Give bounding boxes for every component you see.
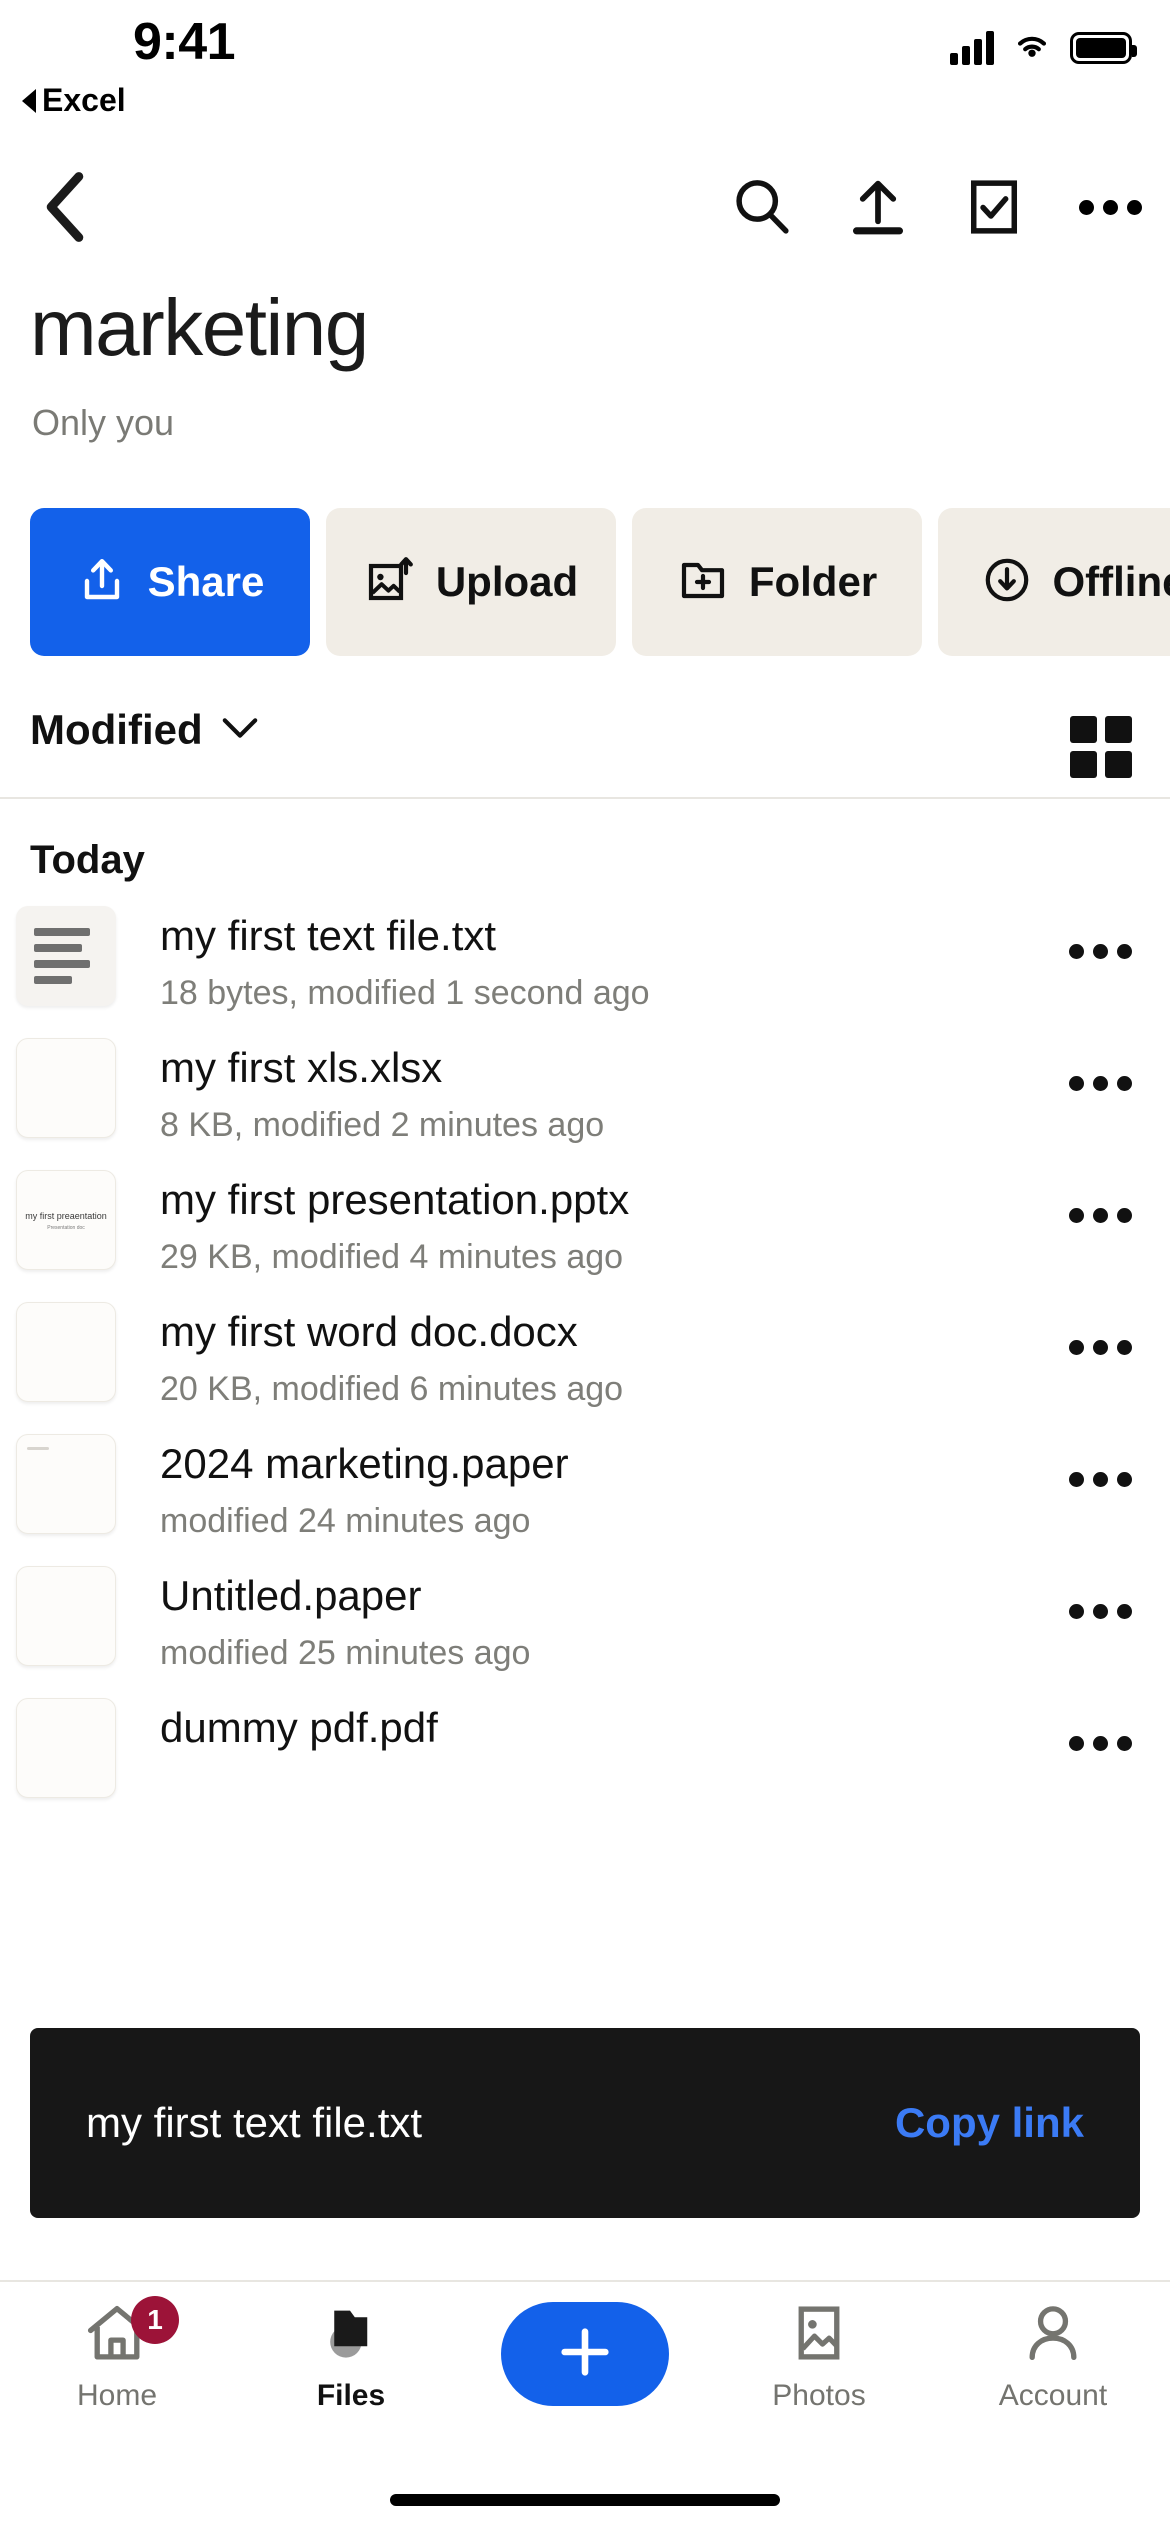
home-indicator xyxy=(390,2494,780,2506)
overflow-menu-icon[interactable] xyxy=(1069,1340,1132,1355)
offline-chip-label: Offline xyxy=(1052,558,1170,605)
folder-plus-icon xyxy=(677,554,729,611)
share-chip-label: Share xyxy=(147,558,265,605)
spreadsheet-thumbnail xyxy=(16,1038,116,1138)
back-triangle-icon xyxy=(22,88,36,113)
chevron-down-icon xyxy=(221,716,259,745)
person-icon xyxy=(1020,2302,1086,2369)
document-thumbnail xyxy=(16,1302,116,1402)
bottom-tab-bar: 1 Home Files Photos Account xyxy=(0,2280,1170,2532)
file-name: my first text file.txt xyxy=(160,912,497,959)
list-item[interactable]: my first word doc.docx 20 KB, modified 6… xyxy=(0,1302,1170,1418)
tab-files[interactable]: Files xyxy=(234,2302,468,2413)
divider xyxy=(0,797,1170,799)
page-subtitle: Only you xyxy=(32,402,175,443)
phone-screen: 9:41 Excel marketing Only you Share Uplo… xyxy=(0,0,1170,2532)
tab-home[interactable]: 1 Home xyxy=(0,2296,234,2413)
photos-icon xyxy=(786,2302,852,2369)
tab-photos[interactable]: Photos xyxy=(702,2302,936,2413)
file-name: my first presentation.pptx xyxy=(160,1176,630,1223)
file-meta: modified 25 minutes ago xyxy=(160,1634,531,1672)
image-upload-icon xyxy=(364,554,416,611)
tab-photos-label: Photos xyxy=(772,2379,866,2412)
plus-icon xyxy=(552,2319,618,2390)
preview-subtitle: Presentation doc xyxy=(47,1225,85,1231)
folder-chip[interactable]: Folder xyxy=(632,508,922,656)
tab-home-label: Home xyxy=(76,2379,158,2412)
page-title: marketing xyxy=(30,283,369,372)
paper-doc-thumbnail xyxy=(16,1566,116,1666)
file-meta: 29 KB, modified 4 minutes ago xyxy=(160,1238,624,1276)
upload-chip-label: Upload xyxy=(435,558,579,605)
upload-icon[interactable] xyxy=(836,165,920,249)
paper-doc-thumbnail xyxy=(16,1434,116,1534)
sort-row: Modified xyxy=(0,690,1170,800)
file-list: my first text file.txt 18 bytes, modifie… xyxy=(0,906,1170,1814)
cellular-signal-icon xyxy=(950,30,994,65)
tab-account[interactable]: Account xyxy=(936,2302,1170,2413)
folder-icon xyxy=(318,2302,384,2369)
list-item[interactable]: my first xls.xlsx 8 KB, modified 2 minut… xyxy=(0,1038,1170,1154)
file-meta: 18 bytes, modified 1 second ago xyxy=(160,974,650,1012)
overflow-menu-icon[interactable] xyxy=(1069,944,1132,959)
search-icon[interactable] xyxy=(720,165,804,249)
presentation-thumbnail: my first preaentation Presentation doc xyxy=(16,1170,116,1270)
file-name: dummy pdf.pdf xyxy=(160,1704,438,1751)
battery-icon xyxy=(1070,31,1137,64)
nav-bar xyxy=(0,150,1170,260)
folder-chip-label: Folder xyxy=(748,558,878,605)
toast-notification: my first text file.txt Copy link xyxy=(30,2028,1140,2218)
presentation-preview: my first preaentation Presentation doc xyxy=(17,1211,115,1231)
file-meta: modified 24 minutes ago xyxy=(160,1502,531,1540)
copy-link-button[interactable]: Copy link xyxy=(895,2099,1084,2147)
back-app-label: Excel xyxy=(42,82,126,118)
create-button[interactable] xyxy=(501,2302,669,2406)
offline-chip[interactable]: Offline xyxy=(938,508,1170,656)
nav-actions xyxy=(720,164,1152,250)
chevron-left-icon xyxy=(46,172,84,242)
list-item[interactable]: my first text file.txt 18 bytes, modifie… xyxy=(0,906,1170,1022)
action-chips: Share Upload Folder Offline xyxy=(0,508,1170,660)
wifi-icon xyxy=(1010,28,1054,67)
cloud-download-icon xyxy=(981,554,1033,611)
file-name: my first word doc.docx xyxy=(160,1308,578,1355)
file-name: my first xls.xlsx xyxy=(160,1044,443,1091)
back-to-app-link[interactable]: Excel xyxy=(22,82,126,119)
text-file-thumbnail xyxy=(16,906,116,1006)
tab-files-label: Files xyxy=(316,2379,386,2412)
status-icons xyxy=(950,28,1137,67)
section-heading: Today xyxy=(30,838,145,882)
home-badge: 1 xyxy=(131,2296,179,2344)
file-name: Untitled.paper xyxy=(160,1572,422,1619)
back-button[interactable] xyxy=(22,164,108,250)
list-item[interactable]: 2024 marketing.paper modified 24 minutes… xyxy=(0,1434,1170,1550)
list-item[interactable]: dummy pdf.pdf xyxy=(0,1698,1170,1814)
tab-create[interactable] xyxy=(468,2302,702,2416)
share-chip[interactable]: Share xyxy=(30,508,310,656)
file-name: 2024 marketing.paper xyxy=(160,1440,569,1487)
toast-message: my first text file.txt xyxy=(86,2099,423,2146)
overflow-menu-icon[interactable] xyxy=(1069,1604,1132,1619)
overflow-menu-icon[interactable] xyxy=(1068,165,1152,249)
preview-title: my first preaentation xyxy=(25,1211,107,1221)
overflow-menu-icon[interactable] xyxy=(1069,1736,1132,1751)
file-meta: 8 KB, modified 2 minutes ago xyxy=(160,1106,605,1144)
upload-chip[interactable]: Upload xyxy=(326,508,616,656)
overflow-menu-icon[interactable] xyxy=(1069,1076,1132,1091)
grid-view-icon[interactable] xyxy=(1070,716,1132,778)
select-checkbox-icon[interactable] xyxy=(952,165,1036,249)
list-item[interactable]: Untitled.paper modified 25 minutes ago xyxy=(0,1566,1170,1682)
status-bar: 9:41 Excel xyxy=(0,0,1170,148)
sort-dropdown[interactable]: Modified xyxy=(30,706,259,754)
pdf-thumbnail xyxy=(16,1698,116,1798)
sort-label: Modified xyxy=(30,706,203,753)
overflow-menu-icon[interactable] xyxy=(1069,1208,1132,1223)
status-time: 9:41 xyxy=(133,13,236,71)
tab-account-label: Account xyxy=(998,2379,1108,2412)
list-item[interactable]: my first preaentation Presentation doc m… xyxy=(0,1170,1170,1286)
overflow-menu-icon[interactable] xyxy=(1069,1472,1132,1487)
share-upload-icon xyxy=(76,554,128,611)
file-meta: 20 KB, modified 6 minutes ago xyxy=(160,1370,624,1408)
